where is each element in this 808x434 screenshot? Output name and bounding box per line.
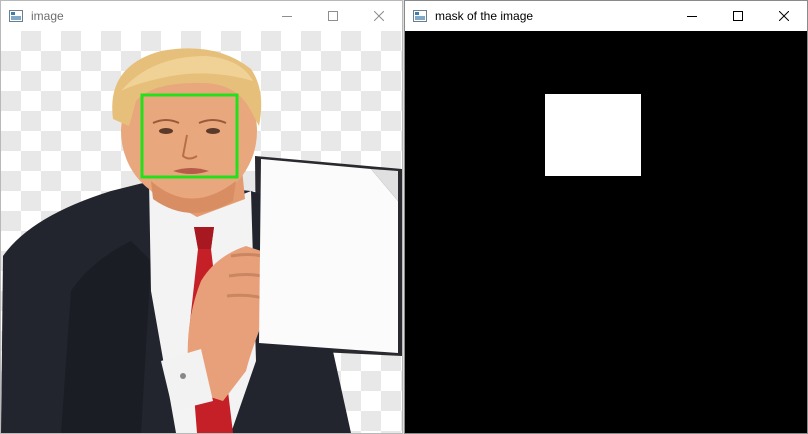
minimize-button[interactable]: [264, 1, 310, 31]
close-button[interactable]: [761, 1, 807, 31]
maximize-icon: [733, 11, 743, 21]
image-window-title: image: [31, 9, 64, 23]
minimize-icon: [282, 16, 292, 17]
window-app-icon: [9, 10, 23, 22]
close-icon: [374, 11, 384, 21]
maximize-icon: [328, 11, 338, 21]
minimize-button[interactable]: [669, 1, 715, 31]
image-window-controls: [264, 1, 402, 31]
image-canvas: [1, 31, 402, 433]
minimize-icon: [687, 16, 697, 17]
mask-window-title: mask of the image: [435, 9, 534, 23]
image-window-titlebar[interactable]: image: [1, 1, 402, 31]
mask-canvas: [405, 31, 807, 433]
maximize-button[interactable]: [715, 1, 761, 31]
mask-window: mask of the image: [404, 0, 808, 434]
mask-window-titlebar[interactable]: mask of the image: [405, 1, 807, 31]
mask-window-controls: [669, 1, 807, 31]
window-app-icon: [413, 10, 427, 22]
portrait-photo: [1, 48, 402, 433]
maximize-button[interactable]: [310, 1, 356, 31]
image-window: image: [0, 0, 403, 434]
mask-region: [545, 94, 641, 176]
close-button[interactable]: [356, 1, 402, 31]
close-icon: [779, 11, 789, 21]
